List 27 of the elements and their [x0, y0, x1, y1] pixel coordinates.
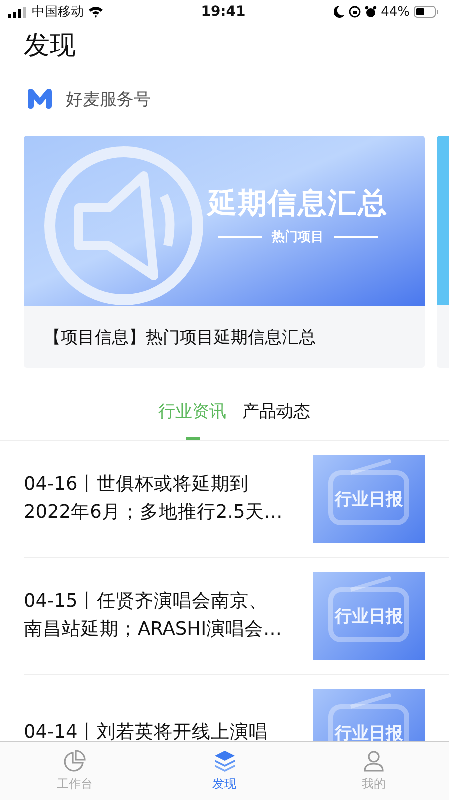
article-title[interactable]: 04-16丨世俱杯或将延期到 2022年6月；多地推行2.5天…: [24, 471, 310, 527]
service-name[interactable]: 好麦服务号: [66, 88, 151, 110]
rotation-lock-icon: [349, 6, 362, 18]
article-thumbnail: 行业日报: [313, 455, 425, 543]
alarm-icon: [365, 6, 378, 18]
article-title[interactable]: 04-15丨任贤齐演唱会南京、 南昌站延期；ARASHI演唱会…: [24, 588, 310, 644]
carrier-text: 中国移动: [32, 4, 84, 21]
page-title: 发现: [24, 30, 77, 63]
wifi-icon: [88, 6, 104, 18]
article-title[interactable]: 04-14丨刘若英将开线上演唱: [24, 719, 310, 741]
article-thumbnail: 行业日报: [313, 572, 425, 660]
banner-headline: 延期信息汇总: [208, 185, 388, 222]
battery-icon: [414, 6, 439, 18]
banner-tagline: 热门项目: [272, 228, 324, 246]
nav-tab[interactable]: 发现: [150, 742, 300, 800]
banner-card[interactable]: 延期信息汇总 热门项目 【项目信息】热门项目延期信息汇总: [24, 136, 425, 368]
layers-icon: [212, 749, 236, 773]
pie-chart-icon: [62, 749, 87, 773]
signal-icon: [8, 6, 28, 18]
logo-icon: [28, 89, 52, 109]
clock-text: 19:41: [201, 4, 246, 20]
banner-caption: 【项目信息】热门项目延期信息汇总: [43, 326, 317, 350]
person-icon: [362, 749, 386, 773]
moon-icon: [334, 6, 346, 18]
article-thumbnail: 行业日报: [313, 689, 425, 741]
tab[interactable]: 产品动态: [242, 392, 310, 440]
battery-text: 44%: [381, 4, 410, 20]
